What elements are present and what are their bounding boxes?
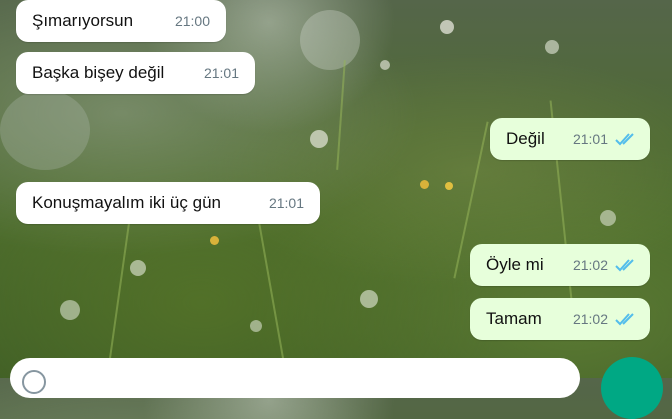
message-input-bar[interactable] <box>10 358 580 398</box>
message-time: 21:01 <box>203 65 239 81</box>
message-text: Konuşmayalım iki üç gün <box>32 193 221 212</box>
message-time: 21:01 <box>268 195 304 211</box>
emoji-icon[interactable] <box>22 370 46 394</box>
message-time: 21:00 <box>174 13 210 29</box>
message-time: 21:02 <box>572 257 608 273</box>
message-text: Şımarıyorsun <box>32 11 134 30</box>
message-bubble-incoming[interactable]: Başka bişey değil 21:01 <box>16 52 255 94</box>
message-bubble-incoming[interactable]: Konuşmayalım iki üç gün 21:01 <box>16 182 320 224</box>
double-check-icon <box>614 312 638 326</box>
message-bubble-incoming[interactable]: Şımarıyorsun 21:00 <box>16 0 226 42</box>
double-check-icon <box>614 258 638 272</box>
message-text: Öyle mi <box>486 255 544 274</box>
message-text: Tamam <box>486 309 542 328</box>
message-bubble-outgoing[interactable]: Öyle mi 21:02 <box>470 244 650 286</box>
message-time: 21:01 <box>572 131 608 147</box>
message-text: Başka bişey değil <box>32 63 165 82</box>
message-text: Değil <box>506 129 545 148</box>
double-check-icon <box>614 132 638 146</box>
message-bubble-outgoing[interactable]: Değil 21:01 <box>490 118 650 160</box>
message-time: 21:02 <box>572 311 608 327</box>
send-button[interactable] <box>601 357 663 419</box>
message-bubble-outgoing[interactable]: Tamam 21:02 <box>470 298 650 340</box>
